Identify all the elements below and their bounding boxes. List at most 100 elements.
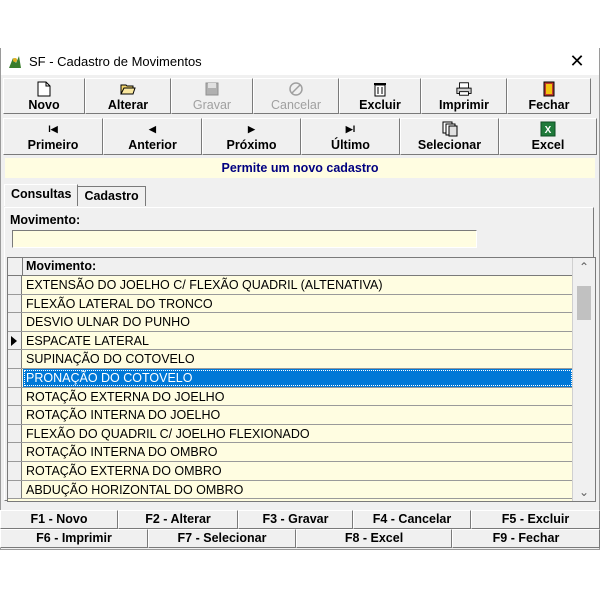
- alterar-button[interactable]: Alterar: [85, 78, 171, 114]
- table-row[interactable]: ROTAÇÃO EXTERNA DO OMBRO: [8, 461, 573, 481]
- excel-button[interactable]: X Excel: [499, 118, 597, 155]
- table-row[interactable]: ROTAÇÃO INTERNA DO OMBRO: [8, 443, 573, 462]
- movimento-cell[interactable]: ROTAÇÃO INTERNA DO JOELHO: [23, 406, 573, 424]
- column-header-movimento[interactable]: Movimento:: [26, 259, 96, 273]
- row-indicator-cell[interactable]: [8, 368, 22, 387]
- movimento-filter-input[interactable]: [12, 230, 477, 248]
- table-row[interactable]: ABDUÇÃO HORIZONTAL DO OMBRO: [8, 480, 573, 500]
- grid-rows: EXTENSÃO DO JOELHO C/ FLEXÃO QUADRIL (AL…: [8, 276, 573, 500]
- movimento-cell[interactable]: FLEXÃO LATERAL DO TRONCO: [23, 295, 573, 313]
- tab-cadastro[interactable]: Cadastro: [77, 186, 146, 206]
- hint-bar: Permite um novo cadastro: [5, 158, 595, 178]
- fkey-f5-button[interactable]: F5 - Excluir: [471, 510, 600, 529]
- scroll-down-icon[interactable]: ⌄: [573, 483, 595, 501]
- table-row[interactable]: FLEXÃO LATERAL DO TRONCO: [8, 294, 573, 314]
- button-label: Alterar: [107, 97, 149, 112]
- selecionar-button[interactable]: Selecionar: [400, 118, 499, 155]
- row-indicator-cell[interactable]: [8, 387, 22, 406]
- app-logo-icon: [7, 54, 23, 70]
- trash-icon: [372, 81, 388, 97]
- row-indicator-cell[interactable]: [8, 331, 22, 350]
- table-row[interactable]: FLEXÃO DO QUADRIL C/ JOELHO FLEXIONADO: [8, 424, 573, 444]
- function-keys-row-2: F6 - Imprimir F7 - Selecionar F8 - Excel F9…: [0, 529, 600, 548]
- fechar-button[interactable]: Fechar: [507, 78, 591, 114]
- button-label: Novo: [28, 97, 60, 112]
- row-indicator-cell[interactable]: [8, 350, 22, 368]
- close-button[interactable]: ✕: [555, 48, 599, 75]
- new-document-icon: [36, 81, 52, 97]
- table-row[interactable]: DESVIO ULNAR DO PUNHO: [8, 313, 573, 332]
- movimento-cell[interactable]: ROTAÇÃO INTERNA DO OMBRO: [23, 443, 573, 461]
- title-bar[interactable]: SF - Cadastro de Movimentos ✕: [1, 48, 599, 75]
- tab-consultas[interactable]: Consultas: [4, 184, 79, 206]
- fkey-f7-button[interactable]: F7 - Selecionar: [148, 529, 296, 548]
- open-folder-icon: [120, 81, 136, 97]
- vertical-scrollbar[interactable]: ⌃ ⌄: [572, 258, 595, 501]
- table-row[interactable]: ROTAÇÃO INTERNA DO JOELHO: [8, 406, 573, 425]
- table-row[interactable]: ESPACATE LATERAL: [8, 331, 573, 351]
- table-row[interactable]: PRONAÇÃO DO COTOVELO: [8, 368, 573, 388]
- row-indicator-cell[interactable]: [8, 276, 22, 294]
- filter-label: Movimento:: [10, 213, 81, 227]
- proximo-button[interactable]: ▶ Próximo: [202, 118, 301, 155]
- row-indicator-cell[interactable]: [8, 294, 22, 313]
- movements-grid: Movimento: EXTENSÃO DO JOELHO C/ FLEXÃO …: [7, 257, 596, 502]
- primeiro-button[interactable]: I◀ Primeiro: [3, 118, 103, 155]
- function-keys-row-1: F1 - Novo F2 - Alterar F3 - Gravar F4 - Can…: [0, 510, 600, 529]
- button-label: Primeiro: [27, 138, 79, 152]
- tab-strip: Consultas Cadastro: [4, 184, 146, 207]
- excel-icon: X: [540, 121, 556, 137]
- cancel-icon: [288, 81, 304, 97]
- imprimir-button[interactable]: Imprimir: [421, 78, 507, 114]
- window-title: SF - Cadastro de Movimentos: [29, 54, 202, 69]
- cancelar-button[interactable]: Cancelar: [253, 78, 339, 114]
- select-pages-icon: [442, 121, 458, 137]
- fkey-f9-button[interactable]: F9 - Fechar: [452, 529, 600, 548]
- save-disk-icon: [204, 81, 220, 97]
- grid-header: Movimento:: [8, 258, 573, 276]
- fkey-f4-button[interactable]: F4 - Cancelar: [353, 510, 471, 529]
- anterior-button[interactable]: ◀ Anterior: [103, 118, 202, 155]
- movimento-cell[interactable]: ROTAÇÃO EXTERNA DO JOELHO: [23, 388, 573, 406]
- movimento-cell[interactable]: PRONAÇÃO DO COTOVELO: [23, 368, 573, 387]
- novo-button[interactable]: Novo: [3, 78, 85, 114]
- movimento-cell[interactable]: DESVIO ULNAR DO PUNHO: [23, 313, 573, 331]
- row-indicator-cell[interactable]: [8, 443, 22, 461]
- movimento-cell[interactable]: ROTAÇÃO EXTERNA DO OMBRO: [23, 462, 573, 480]
- excluir-button[interactable]: Excluir: [339, 78, 421, 114]
- header-indicator-cell: [8, 258, 23, 275]
- table-row[interactable]: SUPINAÇÃO DO COTOVELO: [8, 350, 573, 369]
- next-record-icon: ▶: [248, 123, 255, 134]
- row-indicator-cell[interactable]: [8, 424, 22, 443]
- gravar-button[interactable]: Gravar: [171, 78, 253, 114]
- printer-icon: [456, 81, 472, 97]
- row-indicator-cell[interactable]: [8, 313, 22, 331]
- fkey-f8-button[interactable]: F8 - Excel: [296, 529, 452, 548]
- button-label: Excel: [531, 138, 565, 152]
- row-indicator-cell[interactable]: [8, 461, 22, 480]
- first-record-icon: I◀: [48, 123, 58, 134]
- button-label: Imprimir: [438, 97, 489, 112]
- fkey-f6-button[interactable]: F6 - Imprimir: [0, 529, 148, 548]
- button-label: Próximo: [226, 138, 277, 152]
- movimento-cell[interactable]: ESPACATE LATERAL: [23, 332, 573, 350]
- movimento-cell[interactable]: FLEXÃO DO QUADRIL C/ JOELHO FLEXIONADO: [23, 425, 573, 443]
- table-row[interactable]: EXTENSÃO DO JOELHO C/ FLEXÃO QUADRIL (AL…: [8, 276, 573, 295]
- fkey-f2-button[interactable]: F2 - Alterar: [118, 510, 238, 529]
- movimento-cell[interactable]: SUPINAÇÃO DO COTOVELO: [23, 350, 573, 368]
- movimento-cell[interactable]: ABDUÇÃO HORIZONTAL DO OMBRO: [23, 481, 573, 499]
- exit-door-icon: [541, 81, 557, 97]
- table-row[interactable]: ROTAÇÃO EXTERNA DO JOELHO: [8, 387, 573, 407]
- button-label: Gravar: [192, 97, 232, 112]
- scroll-up-icon[interactable]: ⌃: [573, 258, 595, 276]
- row-indicator-cell[interactable]: [8, 406, 22, 424]
- current-row-arrow-icon: [11, 335, 17, 346]
- fkey-f3-button[interactable]: F3 - Gravar: [238, 510, 353, 529]
- svg-text:X: X: [545, 125, 552, 136]
- scroll-thumb[interactable]: [577, 286, 591, 320]
- fkey-f1-button[interactable]: F1 - Novo: [0, 510, 118, 529]
- movimento-cell[interactable]: EXTENSÃO DO JOELHO C/ FLEXÃO QUADRIL (AL…: [23, 276, 573, 294]
- row-indicator-cell[interactable]: [8, 480, 22, 499]
- button-label: Cancelar: [270, 97, 322, 112]
- ultimo-button[interactable]: ▶I Último: [301, 118, 400, 155]
